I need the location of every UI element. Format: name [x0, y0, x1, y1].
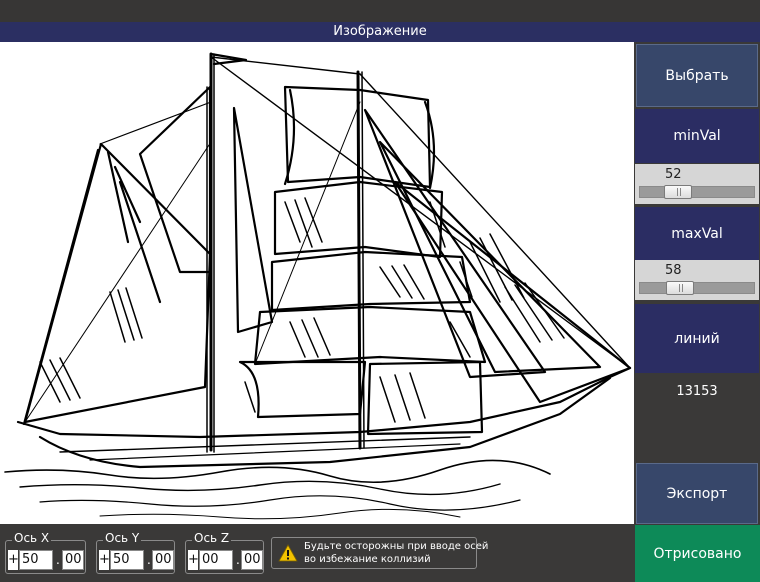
image-canvas[interactable] — [0, 42, 634, 524]
maxval-value: 58 — [665, 263, 682, 278]
collision-warning: Будьте осторожны при вводе осей во избеж… — [271, 537, 488, 569]
status-drawn-button[interactable]: Отрисовано — [635, 525, 760, 582]
minval-slider-track[interactable] — [639, 185, 755, 199]
axis-x-sign[interactable]: + — [8, 550, 19, 570]
lines-label: линий — [635, 304, 759, 373]
window-title: Изображение — [0, 22, 760, 42]
axis-z-group: Ось Z + 00 . 00 — [185, 531, 264, 574]
axis-x-int-input[interactable]: 50 — [19, 550, 53, 570]
warning-text: Будьте осторожны при вводе осей во избеж… — [304, 540, 488, 566]
axis-y-decimal-point: . — [147, 553, 151, 567]
axis-y-sign[interactable]: + — [99, 550, 110, 570]
select-button[interactable]: Выбрать — [636, 44, 758, 107]
axis-z-int-input[interactable]: 00 — [199, 550, 233, 570]
axis-x-decimal-point: . — [56, 553, 60, 567]
minval-label: minVal — [635, 109, 759, 163]
axis-x-frac-input[interactable]: 00 — [62, 550, 84, 570]
lines-count: 13153 — [676, 384, 718, 399]
export-button[interactable]: Экспорт — [636, 463, 758, 524]
axis-z-frac-input[interactable]: 00 — [241, 550, 263, 570]
top-bar — [0, 0, 760, 22]
axis-x-group: Ось X + 50 . 00 — [5, 531, 86, 574]
maxval-slider[interactable]: 58 — [635, 260, 759, 300]
axis-y-label: Ось Y — [103, 531, 142, 545]
warning-icon — [278, 544, 298, 562]
axis-z-label: Ось Z — [192, 531, 232, 545]
axes-panel: Ось X + 50 . 00 Ось Y + 50 . 00 Ось Z + … — [0, 524, 635, 582]
axis-z-decimal-point: . — [236, 553, 240, 567]
axis-y-frac-input[interactable]: 00 — [152, 550, 174, 570]
axis-y-group: Ось Y + 50 . 00 — [96, 531, 175, 574]
ship-line-drawing — [4, 52, 632, 520]
maxval-slider-handle[interactable] — [666, 281, 694, 295]
warning-line-1: Будьте осторожны при вводе осей — [304, 541, 489, 552]
maxval-label: maxVal — [635, 207, 759, 261]
maxval-slider-track[interactable] — [639, 281, 755, 295]
side-panel: Выбрать minVal 52 maxVal 58 линий 13153 … — [635, 42, 760, 582]
minval-slider-handle[interactable] — [664, 185, 692, 199]
warning-line-2: во избежание коллизий — [304, 554, 431, 565]
minval-slider[interactable]: 52 — [635, 164, 759, 204]
minval-value: 52 — [665, 167, 682, 182]
axis-x-label: Ось X — [12, 531, 52, 545]
axis-y-int-input[interactable]: 50 — [110, 550, 144, 570]
axis-z-sign[interactable]: + — [188, 550, 199, 570]
